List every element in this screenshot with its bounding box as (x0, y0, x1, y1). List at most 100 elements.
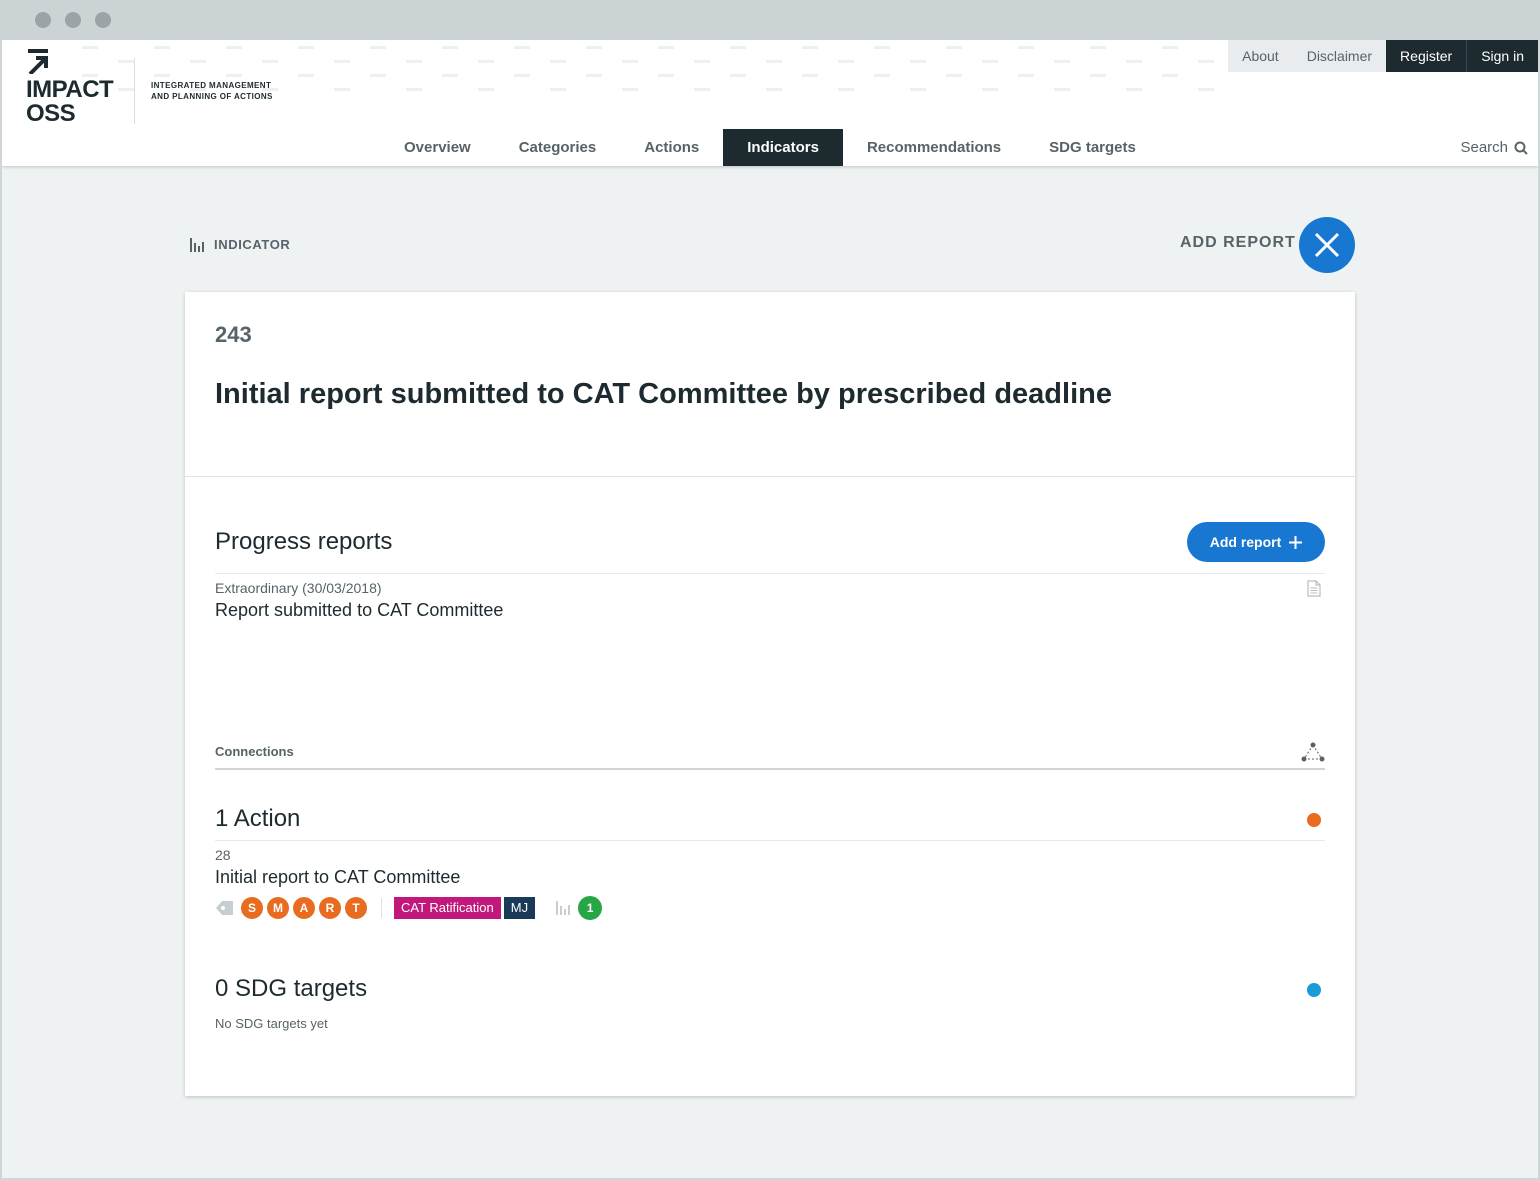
sdg-targets-title: 0 SDG targets (215, 975, 368, 1002)
sdg-empty-message: No SDG targets yet (215, 1016, 328, 1031)
header-pattern-dash (1090, 46, 1106, 49)
header-pattern-dash (910, 88, 926, 91)
action-tags: S M A R T CAT Ratification MJ 1 (215, 896, 603, 920)
page-action-label: ADD REPORT (1180, 234, 1296, 251)
smart-badge-m: M (267, 897, 289, 919)
tag-separator (381, 898, 382, 918)
indicator-icon (190, 237, 204, 252)
header-pattern-dash (226, 46, 242, 49)
content-type-text: INDICATOR (214, 237, 291, 252)
header-pattern-dash (874, 46, 890, 49)
header-pattern-dash (442, 46, 458, 49)
header-pattern-dash (658, 46, 674, 49)
header-pattern-dash (154, 74, 170, 77)
search-button[interactable]: Search (1460, 129, 1528, 166)
link-about[interactable]: About (1228, 40, 1293, 72)
header-pattern-dash (442, 74, 458, 77)
report-text[interactable]: Report submitted to CAT Committee (215, 600, 503, 621)
header-pattern-dash (1126, 60, 1142, 63)
header-pattern-dash (910, 60, 926, 63)
logo-arrow-icon (28, 49, 48, 74)
header-pattern-dash (1018, 74, 1034, 77)
smart-badge-r: R (319, 897, 341, 919)
action-title[interactable]: Initial report to CAT Committee (215, 867, 460, 888)
header-pattern-dash (802, 46, 818, 49)
category-tag[interactable]: CAT Ratification (394, 897, 501, 919)
header-pattern-dash (298, 74, 314, 77)
window-minimize-dot[interactable] (65, 12, 81, 28)
header-pattern-dash (478, 88, 494, 91)
connections-label: Connections (215, 744, 294, 759)
header-pattern-dash (982, 60, 998, 63)
close-icon (1314, 232, 1340, 258)
claim-line: INTEGRATED MANAGEMENT (151, 81, 272, 90)
header-pattern-dash (1126, 88, 1142, 91)
window-close-dot[interactable] (35, 12, 51, 28)
site-header: IMPACT OSS INTEGRATED MANAGEMENT AND PLA… (2, 40, 1538, 166)
header-pattern-dash (838, 88, 854, 91)
header-pattern-dash (406, 60, 422, 63)
header-pattern-dash (1162, 74, 1178, 77)
browser-title-bar (0, 0, 1540, 40)
card-divider (185, 476, 1355, 477)
report-date: Extraordinary (30/03/2018) (215, 580, 382, 596)
header-pattern-dash (82, 46, 98, 49)
header-pattern-dash (658, 74, 674, 77)
search-icon (1514, 141, 1528, 155)
close-button[interactable] (1299, 217, 1355, 273)
header-pattern-dash (1162, 46, 1178, 49)
header-pattern-dash (550, 60, 566, 63)
nav-overview[interactable]: Overview (380, 129, 495, 166)
register-button[interactable]: Register (1386, 40, 1467, 72)
header-pattern-dash (226, 74, 242, 77)
nav-categories[interactable]: Categories (495, 129, 621, 166)
divider (215, 840, 1325, 841)
header-pattern-dash (1054, 60, 1070, 63)
logo-text-impact[interactable]: IMPACT (26, 78, 114, 102)
network-icon (1301, 742, 1325, 762)
smart-badge-s: S (241, 897, 263, 919)
logo-divider (134, 58, 135, 124)
header-pattern-dash (586, 74, 602, 77)
plus-icon (1289, 535, 1303, 549)
divider (215, 573, 1325, 574)
link-disclaimer[interactable]: Disclaimer (1292, 40, 1387, 72)
nav-indicators[interactable]: Indicators (723, 129, 843, 166)
header-pattern-dash (802, 74, 818, 77)
actions-color-dot (1307, 813, 1321, 827)
connections-divider (215, 768, 1325, 770)
action-reference: 28 (215, 847, 231, 863)
actions-title: 1 Action (215, 805, 301, 832)
header-pattern-dash (406, 88, 422, 91)
header-pattern-dash (190, 60, 206, 63)
sdg-color-dot (1307, 983, 1321, 997)
sign-in-button[interactable]: Sign in (1466, 40, 1538, 72)
header-pattern-dash (514, 46, 530, 49)
header-pattern-dash (262, 60, 278, 63)
header-pattern-dash (1090, 74, 1106, 77)
claim-line: AND PLANNING OF ACTIONS (151, 92, 273, 101)
content-type-label: INDICATOR (190, 237, 290, 252)
nav-recommendations[interactable]: Recommendations (843, 129, 1025, 166)
nav-sdg-targets[interactable]: SDG targets (1025, 129, 1160, 166)
window-zoom-dot[interactable] (95, 12, 111, 28)
category-tag[interactable]: MJ (503, 897, 536, 919)
header-pattern-dash (550, 88, 566, 91)
header-pattern-dash (370, 46, 386, 49)
add-report-button[interactable]: Add report (1187, 522, 1325, 562)
indicator-title: Initial report submitted to CAT Committe… (215, 378, 1112, 410)
header-pattern-dash (118, 88, 134, 91)
site-claim: INTEGRATED MANAGEMENT AND PLANNING OF AC… (151, 80, 273, 102)
top-links: About Disclaimer Register Sign in (1228, 40, 1538, 72)
logo-text-oss[interactable]: OSS (26, 102, 76, 126)
header-pattern-dash (370, 74, 386, 77)
header-pattern-dash (730, 74, 746, 77)
header-pattern-dash (766, 88, 782, 91)
header-pattern-dash (154, 46, 170, 49)
nav-actions[interactable]: Actions (620, 129, 723, 166)
header-pattern-dash (1054, 88, 1070, 91)
header-pattern-dash (622, 88, 638, 91)
header-pattern-dash (1198, 88, 1214, 91)
header-pattern-dash (874, 74, 890, 77)
document-icon[interactable] (1307, 580, 1321, 597)
